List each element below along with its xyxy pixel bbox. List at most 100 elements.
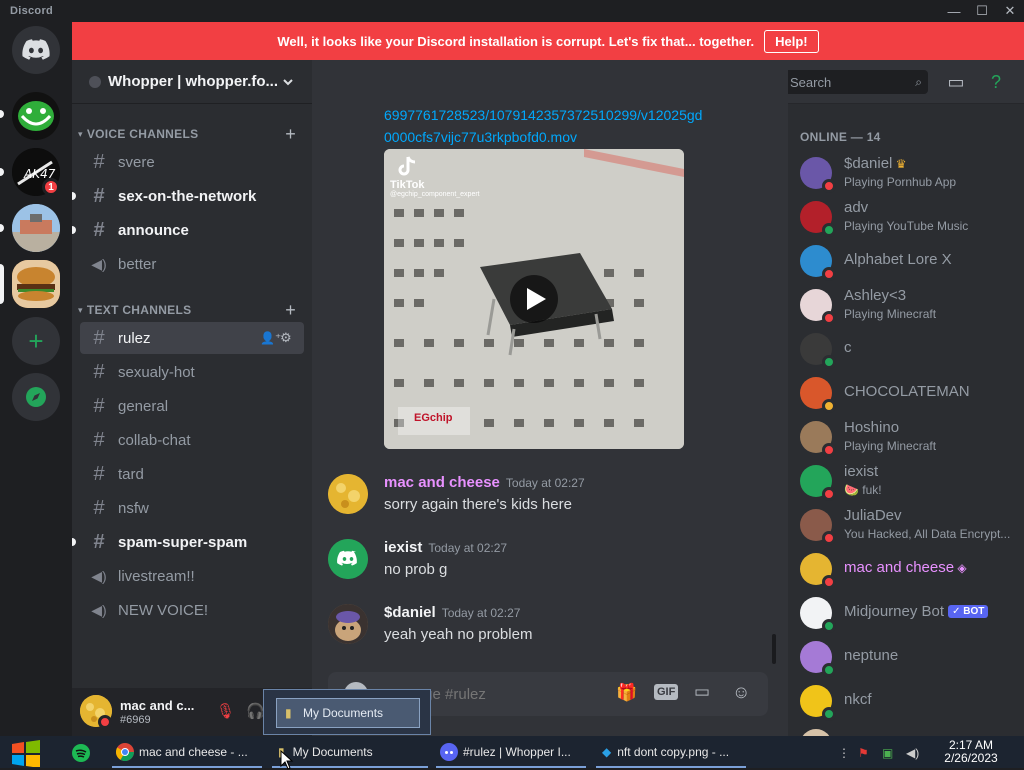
server-whopper[interactable] [12,260,60,308]
taskbar-preview-popup[interactable]: ▮ My Documents [263,689,431,735]
member-row[interactable]: CHOCOLATEMAN [796,372,1016,414]
explore-servers-button[interactable] [12,373,60,421]
add-channel-icon[interactable]: + [285,124,296,145]
channel-nsfw[interactable]: # nsfw [80,492,304,524]
dnd-status-icon [822,575,836,589]
attachment-link-line[interactable]: 0000cfs7vijc77u3rkpbofd0.mov [384,126,577,148]
help-circle-icon[interactable]: ? [984,70,1008,94]
channel-svere[interactable]: # svere [80,146,304,178]
taskbar-item-discord[interactable]: #rulez | Whopper I... [436,738,586,768]
taskbar-item-chrome[interactable]: mac and cheese - ... [112,738,262,768]
member-row[interactable]: mac and cheese ◈ [796,548,1016,590]
member-row[interactable]: nkcf [796,680,1016,722]
sticker-icon[interactable]: ▭ [694,682,710,702]
start-button[interactable] [10,738,44,768]
gif-button[interactable]: GIF [654,684,679,700]
help-button[interactable]: Help! [764,29,819,53]
emoji-icon[interactable]: ☺ [732,682,750,703]
channel-better[interactable]: ◀) better [80,248,304,280]
tiktok-handle: @egchip_component_expert [390,191,480,198]
tray-overflow-icon[interactable]: ⋮ [838,738,850,768]
preview-label: My Documents [303,706,384,720]
member-name: adv [844,199,868,216]
channel-general[interactable]: # general [80,390,304,422]
member-row[interactable]: Hoshino Playing Minecraft [796,416,1016,458]
server-header[interactable]: Whopper | whopper.fo... [72,60,312,104]
inbox-icon[interactable]: ▭ [944,70,968,94]
channel-collab-chat[interactable]: # collab-chat [80,424,304,456]
member-row[interactable]: c [796,328,1016,370]
message-author[interactable]: $daniel Today at 02:27 [384,604,520,621]
unread-indicator [72,192,76,200]
dnd-status-icon [822,179,836,193]
avatar[interactable] [328,474,368,514]
gear-icon[interactable]: ⚙ [280,330,292,346]
member-row[interactable]: adv Playing YouTube Music [796,196,1016,238]
channel-label: NEW VOICE! [118,601,209,619]
avatar[interactable] [328,604,368,644]
minimize-button[interactable]: — [940,0,968,22]
channel-label: tard [118,465,144,483]
speaker-icon: ◀) [91,255,107,272]
maximize-button[interactable]: ☐ [968,0,996,22]
voice-channels-category[interactable]: ▾ VOICE CHANNELS + [78,124,306,144]
member-name: CHOCOLATEMAN [844,383,970,400]
member-row[interactable]: iexist 🍉 fuk! [796,460,1016,502]
channel-new-voice[interactable]: ◀) NEW VOICE! [80,594,304,626]
window-titlebar: Discord — ☐ ✕ [0,0,1024,22]
channel-spam-super-spam[interactable]: # spam-super-spam [72,526,304,558]
close-window-button[interactable]: ✕ [996,0,1024,22]
network-tray-icon[interactable]: ▣ [882,738,902,768]
search-icon: ⌕ [915,74,922,89]
preview-item[interactable]: ▮ My Documents [276,698,420,728]
message-author[interactable]: mac and cheese Today at 02:27 [384,474,585,491]
chat-scrollbar[interactable] [772,634,776,664]
attachment-link-line[interactable]: 6997761728523/1079142357372510299/v12025… [384,104,702,126]
member-avatar[interactable] [800,729,832,736]
channel-tard[interactable]: # tard [80,458,304,490]
member-name-text: adv [844,199,869,216]
avatar[interactable] [328,539,368,579]
channel-announce[interactable]: # announce [72,214,304,246]
add-server-button[interactable]: + [12,317,60,365]
video-embed[interactable]: TikTok @egchip_component_expert EGchip [384,149,684,449]
member-row[interactable]: Alphabet Lore X [796,240,1016,282]
member-name: c [844,339,852,356]
channel-label: rulez [118,329,151,347]
member-row[interactable]: JuliaDev You Hacked, All Data Encrypt... [796,504,1016,546]
server-boost-icon: ◈ [954,561,967,575]
spotify-taskbar-icon[interactable] [72,738,94,768]
add-channel-icon[interactable]: + [285,300,296,321]
member-row[interactable]: neptune [796,636,1016,678]
member-row[interactable]: ron merkle [796,724,1016,736]
text-channels-category[interactable]: ▾ TEXT CHANNELS + [78,300,306,320]
taskbar-item-my-documents[interactable]: ▮ My Documents [272,738,428,768]
channel-rulez[interactable]: # rulez 👤⁺ ⚙ [80,322,304,354]
member-row[interactable]: Midjourney Bot ✓ BOT [796,592,1016,634]
gift-icon[interactable]: 🎁 [616,683,637,703]
server-selected-pill [0,264,4,304]
server-list: AK47 1 + [0,22,72,736]
bot-badge: ✓ BOT [948,605,989,618]
system-clock[interactable]: 2:17 AM 2/26/2023 [936,739,1006,765]
mute-microphone-icon[interactable]: 🎙 [216,702,236,722]
flag-tray-icon[interactable]: ⚑ [858,738,878,768]
server-unread-pill [0,168,4,176]
search-input[interactable]: Search ⌕ [784,70,928,94]
channel-sexualy-hot[interactable]: # sexualy-hot [80,356,304,388]
server-building[interactable] [12,204,60,252]
volume-tray-icon[interactable]: ◀) [906,738,926,768]
channel-livestream[interactable]: ◀) livestream!! [80,560,304,592]
message-author[interactable]: iexist Today at 02:27 [384,539,507,556]
taskbar-item-image-viewer[interactable]: ◆ nft dont copy.png - ... [596,738,746,768]
server-trollface[interactable] [12,92,60,140]
member-name: neptune [844,647,898,664]
home-button[interactable] [12,26,60,74]
channel-label: sex-on-the-network [118,187,257,205]
member-row[interactable]: Ashley<3 Playing Minecraft [796,284,1016,326]
category-label: VOICE CHANNELS [86,127,199,141]
member-row[interactable]: $daniel ♛ Playing Pornhub App [796,152,1016,194]
channel-sex-on-the-network[interactable]: # sex-on-the-network [72,180,304,212]
hashtag-icon: # [93,428,105,451]
invite-icon[interactable]: 👤⁺ [260,331,281,345]
